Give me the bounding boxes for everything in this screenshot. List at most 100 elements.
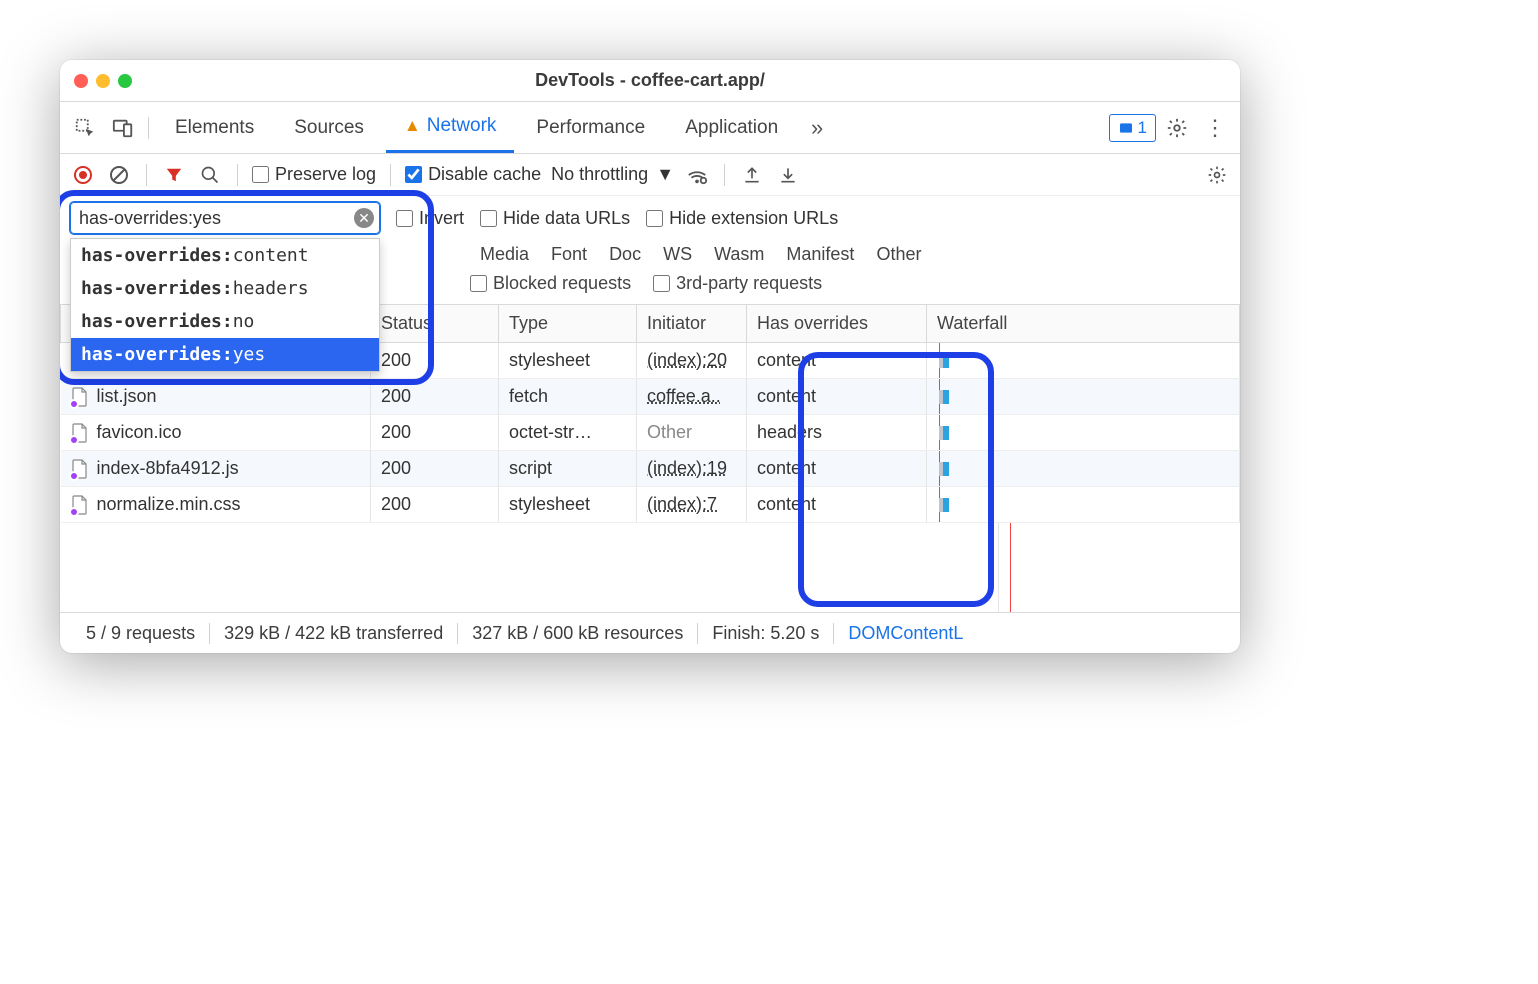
column-initiator[interactable]: Initiator	[637, 305, 747, 343]
table-row[interactable]: normalize.min.css 200stylesheet (index):7 c…	[61, 487, 1240, 523]
cell-initiator: (index):20	[637, 343, 747, 379]
filter-autocomplete: has-overrides:contenthas-overrides:heade…	[70, 238, 380, 372]
file-icon	[71, 459, 89, 479]
cell-status: 200	[371, 379, 499, 415]
third-party-checkbox[interactable]: 3rd-party requests	[653, 273, 822, 294]
status-dcl: DOMContentL	[834, 623, 977, 644]
hide-extension-urls-checkbox[interactable]: Hide extension URLs	[646, 208, 838, 229]
column-has-overrides[interactable]: Has overrides	[747, 305, 927, 343]
device-toggle-icon[interactable]	[106, 111, 140, 145]
column-status[interactable]: Status	[371, 305, 499, 343]
cell-initiator: (index):19	[637, 451, 747, 487]
tab-elements[interactable]: Elements	[157, 102, 272, 153]
cell-waterfall	[927, 487, 1240, 523]
chevron-down-icon: ▼	[656, 164, 674, 185]
autocomplete-option[interactable]: has-overrides:headers	[71, 272, 379, 305]
network-settings-icon[interactable]	[1204, 162, 1230, 188]
type-filter-font[interactable]: Font	[551, 244, 587, 265]
column-type[interactable]: Type	[499, 305, 637, 343]
status-finish: Finish: 5.20 s	[698, 623, 834, 644]
search-icon[interactable]	[197, 162, 223, 188]
filter-input-wrap: ✕ has-overrides:contenthas-overrides:hea…	[70, 202, 380, 234]
cell-type: stylesheet	[499, 343, 637, 379]
file-icon	[71, 387, 89, 407]
throttling-select[interactable]: No throttling ▼	[551, 164, 674, 185]
cell-status: 200	[371, 487, 499, 523]
table-row[interactable]: favicon.ico200octet-str…Otherheaders	[61, 415, 1240, 451]
override-dot-icon	[69, 507, 79, 517]
cell-status: 200	[371, 415, 499, 451]
type-filter-doc[interactable]: Doc	[609, 244, 641, 265]
file-icon	[71, 423, 89, 443]
cell-overrides: content	[747, 343, 927, 379]
clear-filter-icon[interactable]: ✕	[354, 208, 374, 228]
cell-type: fetch	[499, 379, 637, 415]
cell-type: stylesheet	[499, 487, 637, 523]
cell-waterfall	[927, 379, 1240, 415]
status-bar: 5 / 9 requests 329 kB / 422 kB transferr…	[60, 613, 1240, 653]
cell-type: octet-str…	[499, 415, 637, 451]
blocked-requests-checkbox[interactable]: Blocked requests	[470, 273, 631, 294]
type-filter-ws[interactable]: WS	[663, 244, 692, 265]
cell-initiator: coffee.a..	[637, 379, 747, 415]
table-empty-area	[60, 523, 1240, 613]
more-tabs-icon[interactable]: »	[800, 111, 834, 145]
type-filter-media[interactable]: Media	[480, 244, 529, 265]
tab-sources[interactable]: Sources	[276, 102, 382, 153]
filter-input[interactable]	[70, 202, 380, 234]
initiator-link[interactable]: (index):20	[647, 350, 727, 370]
cell-overrides: content	[747, 379, 927, 415]
autocomplete-option[interactable]: has-overrides:content	[71, 239, 379, 272]
autocomplete-option[interactable]: has-overrides:no	[71, 305, 379, 338]
filter-icon[interactable]	[161, 162, 187, 188]
initiator-link[interactable]: coffee.a..	[647, 386, 721, 406]
override-dot-icon	[69, 471, 79, 481]
cell-waterfall	[927, 415, 1240, 451]
autocomplete-option[interactable]: has-overrides:yes	[71, 338, 379, 371]
initiator-link[interactable]: (index):7	[647, 494, 717, 514]
upload-har-icon[interactable]	[739, 162, 765, 188]
inspect-icon[interactable]	[68, 111, 102, 145]
minimize-window-button[interactable]	[96, 74, 110, 88]
record-icon[interactable]	[70, 162, 96, 188]
window-controls	[74, 74, 132, 88]
preserve-log-checkbox[interactable]: Preserve log	[252, 164, 376, 185]
type-filter-wasm[interactable]: Wasm	[714, 244, 764, 265]
tab-application[interactable]: Application	[667, 102, 796, 153]
clear-icon[interactable]	[106, 162, 132, 188]
column-waterfall[interactable]: Waterfall	[927, 305, 1240, 343]
tab-performance[interactable]: Performance	[518, 102, 663, 153]
kebab-menu-icon[interactable]: ⋮	[1198, 111, 1232, 145]
table-row[interactable]: list.json200fetchcoffee.a..content	[61, 379, 1240, 415]
warning-icon: ▲	[404, 116, 421, 136]
invert-checkbox[interactable]: Invert	[396, 208, 464, 229]
disable-cache-checkbox[interactable]: Disable cache	[405, 164, 541, 185]
download-har-icon[interactable]	[775, 162, 801, 188]
maximize-window-button[interactable]	[118, 74, 132, 88]
titlebar: DevTools - coffee-cart.app/	[60, 60, 1240, 102]
type-filter-manifest[interactable]: Manifest	[786, 244, 854, 265]
file-name: normalize.min.css	[97, 494, 241, 515]
settings-icon[interactable]	[1160, 111, 1194, 145]
tab-network[interactable]: ▲ Network	[386, 102, 515, 153]
file-name: favicon.ico	[97, 422, 182, 443]
file-name: index-8bfa4912.js	[97, 458, 239, 479]
cell-waterfall	[927, 451, 1240, 487]
file-icon	[71, 495, 89, 515]
network-toolbar: Preserve log Disable cache No throttling…	[60, 154, 1240, 196]
initiator-link[interactable]: (index):19	[647, 458, 727, 478]
override-dot-icon	[69, 399, 79, 409]
close-window-button[interactable]	[74, 74, 88, 88]
cell-initiator: (index):7	[637, 487, 747, 523]
main-tabs: Elements Sources ▲ Network Performance A…	[60, 102, 1240, 154]
type-filter-other[interactable]: Other	[876, 244, 921, 265]
network-conditions-icon[interactable]	[684, 162, 710, 188]
cell-waterfall	[927, 343, 1240, 379]
cell-overrides: content	[747, 487, 927, 523]
table-row[interactable]: index-8bfa4912.js200script(index):19cont…	[61, 451, 1240, 487]
cell-status: 200	[371, 343, 499, 379]
hide-data-urls-checkbox[interactable]: Hide data URLs	[480, 208, 630, 229]
issues-badge[interactable]: 1	[1109, 114, 1156, 142]
cell-initiator: Other	[637, 415, 747, 451]
cell-overrides: content	[747, 451, 927, 487]
